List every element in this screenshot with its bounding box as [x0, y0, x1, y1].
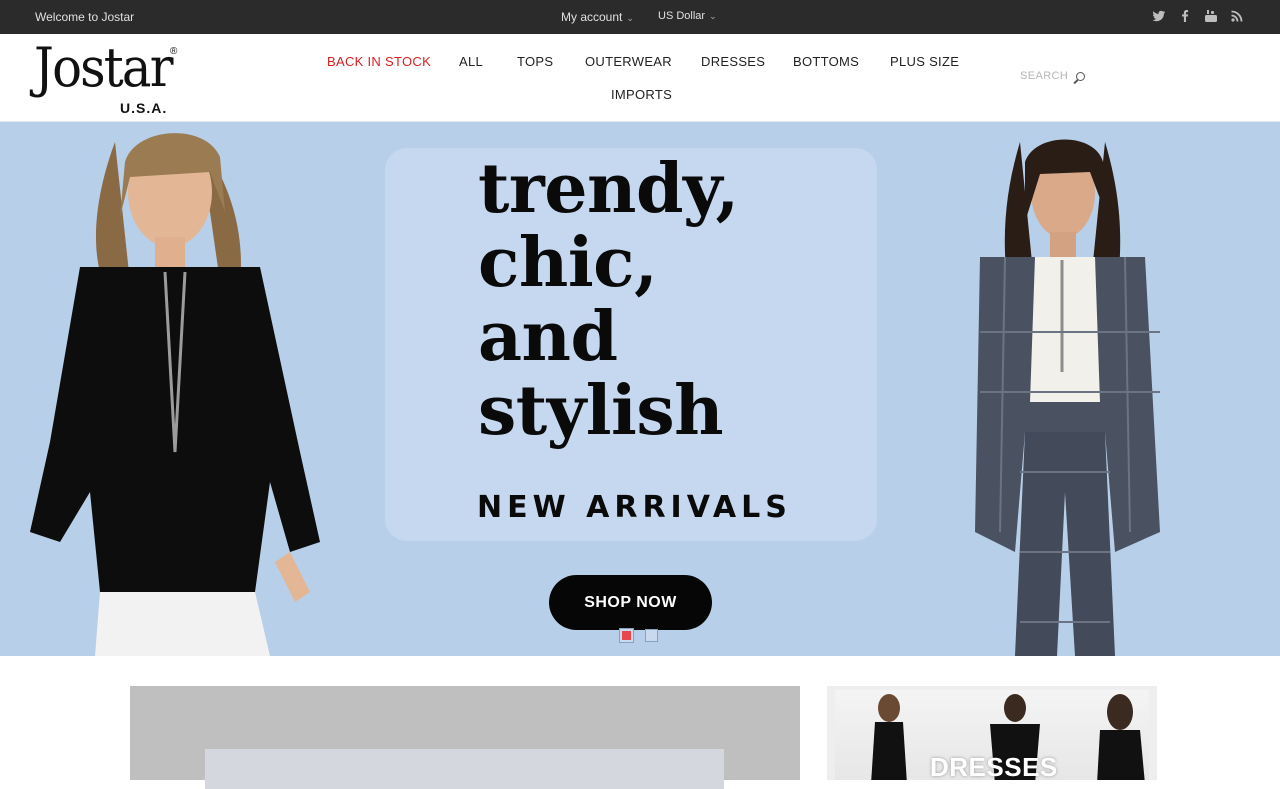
hero-headline: trendy, chic, and stylish — [478, 152, 739, 448]
rss-icon[interactable] — [1230, 9, 1244, 23]
welcome-text: Welcome to Jostar — [35, 10, 135, 24]
top-bar: Welcome to Jostar My account ⌄ US Dollar ⌄ — [0, 0, 1280, 34]
nav-all[interactable]: ALL — [459, 54, 483, 69]
youtube-icon[interactable] — [1204, 9, 1218, 23]
logo-brand: Jostar — [34, 36, 173, 99]
featured-banner[interactable] — [130, 686, 800, 789]
site-header: Jostar ® U.S.A. BACK IN STOCK ALL TOPS O… — [0, 34, 1280, 122]
shop-now-button[interactable]: SHOP NOW — [549, 575, 712, 630]
logo-subtitle: U.S.A. — [120, 100, 168, 116]
social-links — [1152, 9, 1244, 23]
search-icon[interactable] — [1076, 71, 1086, 81]
chevron-down-icon: ⌄ — [709, 11, 717, 21]
model-left-image — [30, 133, 320, 656]
model-right-image — [975, 139, 1160, 656]
headline-line-2: chic, — [478, 223, 658, 303]
jostar-logo[interactable]: Jostar ® U.S.A. — [34, 36, 184, 117]
slide-dot-2[interactable] — [645, 629, 658, 642]
slider-pagination — [619, 628, 658, 643]
twitter-icon[interactable] — [1152, 9, 1166, 23]
currency-label: US Dollar — [658, 10, 706, 22]
dresses-banner-label: DRESSES — [930, 752, 1058, 780]
slide-dot-1[interactable] — [619, 628, 634, 643]
nav-dresses[interactable]: DRESSES — [701, 54, 765, 69]
new-arrivals-label: NEW ARRIVALS — [477, 490, 792, 525]
category-banners: DRESSES — [0, 656, 1280, 789]
registered-mark: ® — [170, 46, 178, 57]
nav-tops[interactable]: TOPS — [517, 54, 553, 69]
nav-outerwear[interactable]: OUTERWEAR — [585, 54, 672, 69]
search-placeholder: SEARCH — [1020, 70, 1069, 82]
headline-line-4: stylish — [478, 371, 724, 451]
chevron-down-icon: ⌄ — [626, 13, 634, 23]
my-account-menu[interactable]: My account ⌄ — [561, 10, 634, 24]
headline-line-1: trendy, — [478, 149, 739, 229]
nav-imports[interactable]: IMPORTS — [611, 87, 672, 102]
currency-selector[interactable]: US Dollar ⌄ — [658, 10, 717, 22]
nav-plus-size[interactable]: PLUS SIZE — [890, 54, 959, 69]
featured-banner-image — [205, 749, 724, 789]
headline-line-3: and — [478, 297, 618, 377]
search-box[interactable]: SEARCH — [1020, 70, 1086, 82]
nav-back-in-stock[interactable]: BACK IN STOCK — [327, 54, 431, 69]
dresses-banner[interactable]: DRESSES — [827, 686, 1157, 780]
hero-slider: trendy, chic, and stylish NEW ARRIVALS S… — [0, 122, 1280, 656]
nav-bottoms[interactable]: BOTTOMS — [793, 54, 859, 69]
my-account-label: My account — [561, 10, 623, 24]
facebook-icon[interactable] — [1178, 9, 1192, 23]
